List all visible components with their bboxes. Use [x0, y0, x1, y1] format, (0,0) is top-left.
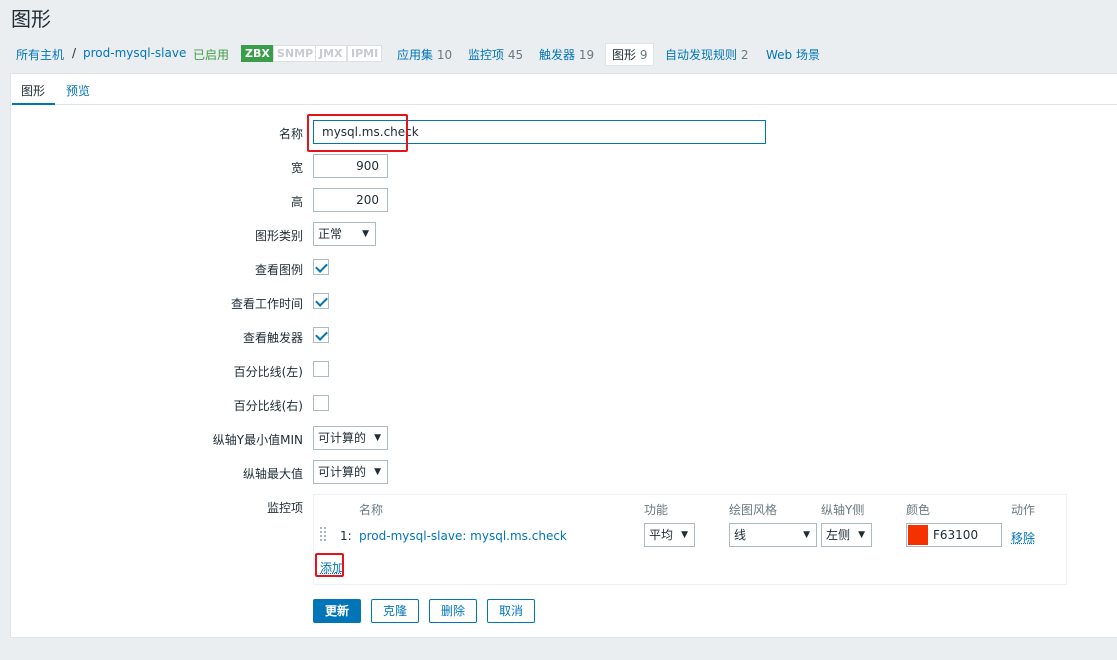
col-header-draw-style: 绘图风格	[729, 503, 778, 517]
badge-snmp: SNMP	[273, 45, 318, 62]
width-input[interactable]: 900	[313, 154, 388, 178]
show-legend-checkbox[interactable]	[313, 259, 329, 275]
row-function-select[interactable]: 平均 ▼	[644, 523, 695, 547]
nav-discovery-rules[interactable]: 自动发现规则 2	[665, 46, 748, 63]
host-status-enabled[interactable]: 已启用	[193, 46, 229, 63]
add-highlight-box	[315, 553, 344, 577]
badge-ipmi: IPMI	[347, 45, 383, 62]
col-header-name: 名称	[359, 503, 384, 517]
row-draw-style-select[interactable]: 线 ▼	[729, 523, 817, 547]
row-index: 1:	[340, 529, 352, 543]
show-triggers-checkbox[interactable]	[313, 327, 329, 343]
breadcrumb-host[interactable]: prod-mysql-slave	[83, 46, 186, 60]
graph-type-label: 图形类别	[254, 229, 303, 243]
nav-graphs[interactable]: 图形 9	[605, 43, 655, 66]
update-button[interactable]: 更新	[313, 599, 361, 623]
nav-web-scenarios[interactable]: Web 场景	[766, 46, 820, 63]
show-triggers-label: 查看触发器	[242, 331, 303, 345]
nav-applications[interactable]: 应用集 10	[397, 46, 452, 63]
chevron-down-icon: ▼	[374, 433, 381, 443]
ymax-select[interactable]: 可计算的 ▼	[313, 460, 388, 484]
height-label: 高	[290, 195, 303, 209]
clone-button[interactable]: 克隆	[371, 599, 419, 623]
row-item-name-link[interactable]: prod-mysql-slave: mysql.ms.check	[359, 529, 567, 543]
percentile-right-checkbox[interactable]	[313, 395, 329, 411]
color-swatch[interactable]	[908, 525, 928, 545]
col-header-action: 动作	[1011, 503, 1036, 517]
graph-items-table: 名称 功能 绘图风格 纵轴Y侧 颜色 动作 1: prod-mysql-slav…	[313, 494, 1067, 585]
tab-graph[interactable]: 图形	[11, 82, 56, 105]
name-highlight-box	[307, 114, 408, 152]
chevron-down-icon: ▼	[681, 530, 688, 540]
drag-handle-icon[interactable]	[319, 526, 327, 542]
ymin-select[interactable]: 可计算的 ▼	[313, 426, 388, 450]
nav-items[interactable]: 监控项 45	[468, 46, 523, 63]
form-tabs: 图形 预览	[11, 74, 1117, 105]
page-title: 图形	[11, 7, 51, 31]
chevron-down-icon: ▼	[374, 467, 381, 477]
width-label: 宽	[290, 161, 303, 175]
percentile-left-label: 百分比线(左)	[233, 365, 303, 379]
graph-type-select[interactable]: 正常 ▼	[313, 222, 376, 246]
remove-item-link[interactable]: 移除	[1011, 529, 1035, 546]
delete-button[interactable]: 删除	[429, 599, 477, 623]
height-input[interactable]: 200	[313, 188, 388, 212]
chevron-down-icon: ▼	[858, 530, 865, 540]
col-header-function: 功能	[644, 503, 669, 517]
name-label: 名称	[278, 127, 303, 141]
tab-preview[interactable]: 预览	[66, 82, 90, 99]
show-working-time-label: 查看工作时间	[230, 297, 303, 311]
row-y-axis-select[interactable]: 左侧 ▼	[821, 523, 872, 547]
col-header-y-axis: 纵轴Y侧	[821, 503, 865, 517]
show-legend-label: 查看图例	[254, 263, 303, 277]
breadcrumb: 所有主机 / prod-mysql-slave 已启用 ZBX SNMP JMX…	[0, 40, 1117, 68]
percentile-right-label: 百分比线(右)	[233, 399, 303, 413]
ymin-label: 纵轴Y最小值MIN	[212, 433, 303, 447]
items-label: 监控项	[266, 501, 303, 515]
col-header-color: 颜色	[906, 503, 931, 517]
ymax-label: 纵轴最大值	[242, 467, 303, 481]
percentile-left-checkbox[interactable]	[313, 361, 329, 377]
show-working-time-checkbox[interactable]	[313, 293, 329, 309]
breadcrumb-separator: /	[72, 46, 77, 60]
badge-jmx: JMX	[315, 45, 347, 62]
chevron-down-icon: ▼	[362, 229, 369, 239]
badge-zbx: ZBX	[241, 45, 274, 62]
nav-triggers[interactable]: 触发器 19	[539, 46, 594, 63]
graph-form-panel: 图形 预览 名称 mysql.ms.check 宽 900 高 200 图形类别…	[10, 73, 1117, 638]
cancel-button[interactable]: 取消	[487, 599, 535, 623]
chevron-down-icon: ▼	[803, 530, 810, 540]
breadcrumb-all-hosts[interactable]: 所有主机	[16, 46, 64, 63]
